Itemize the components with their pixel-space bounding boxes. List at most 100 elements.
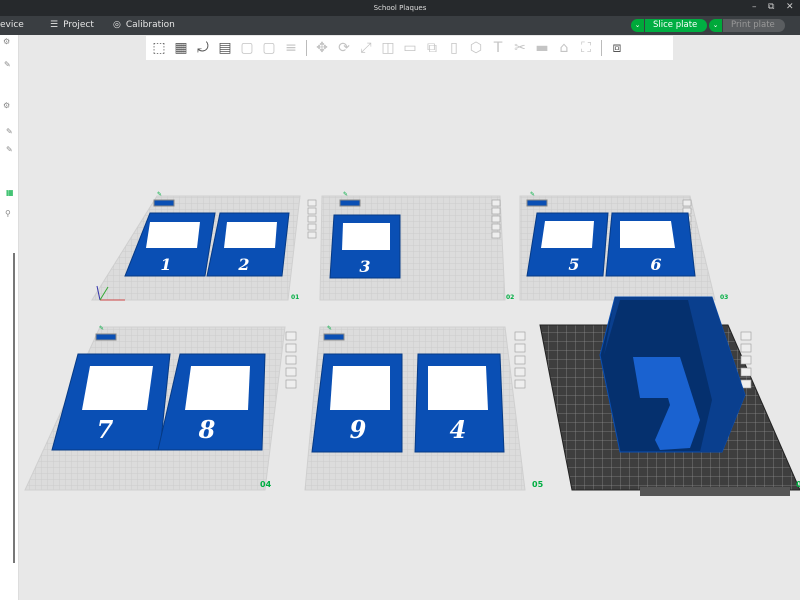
edit-icon[interactable]: ✎ <box>4 60 11 69</box>
plaque-number: 6 <box>650 255 661 274</box>
lock-plate-icon[interactable] <box>514 367 526 377</box>
lock-plate-icon[interactable] <box>285 367 297 377</box>
plaque-number: 3 <box>359 257 370 276</box>
plate-04[interactable]: ✎ 04 7 8 <box>24 325 297 491</box>
plate-footer-bar <box>640 487 790 496</box>
plaque-number: 8 <box>198 415 216 444</box>
lock-plate-icon[interactable] <box>491 223 501 231</box>
close-plate-icon[interactable] <box>682 199 692 207</box>
plaque-number: 5 <box>568 255 579 274</box>
orient-plate-icon[interactable] <box>514 343 526 353</box>
plate-number: 06 <box>796 480 800 489</box>
minimize-button[interactable]: – <box>752 2 757 12</box>
plaque-number: 7 <box>97 415 114 444</box>
plate-settings-icon[interactable] <box>491 231 501 239</box>
chevron-down-icon[interactable]: ⌄ <box>709 19 723 32</box>
slice-plate-button[interactable]: ⌄ Slice plate <box>631 19 708 32</box>
plaque-window <box>82 366 153 410</box>
calibration-icon: ◎ <box>113 20 121 30</box>
arrange-plate-icon[interactable] <box>514 355 526 365</box>
plate-thumbnail[interactable] <box>95 333 117 341</box>
arrange-plate-icon[interactable] <box>491 215 501 223</box>
plaque-object[interactable]: 1 <box>124 212 216 277</box>
tab-project[interactable]: ☰ Project <box>50 20 94 30</box>
plate-number: 02 <box>506 294 514 301</box>
project-icon: ☰ <box>50 20 59 30</box>
lock-plate-icon[interactable] <box>740 367 752 377</box>
close-plate-icon[interactable] <box>285 331 297 341</box>
edit-icon[interactable]: ✎ <box>6 145 13 154</box>
settings-icon[interactable]: ⚙ <box>3 101 10 110</box>
plate-number: 04 <box>260 480 272 489</box>
plaque-number: 4 <box>450 415 467 444</box>
plaque-window <box>428 366 488 410</box>
chevron-down-icon[interactable]: ⌄ <box>631 19 645 32</box>
close-plate-icon[interactable] <box>307 199 317 207</box>
main-tabs: evice ☰ Project ◎ Calibration ⌄ Slice plate… <box>0 16 800 35</box>
plaque-object[interactable]: 2 <box>206 212 290 277</box>
close-plate-icon[interactable] <box>491 199 501 207</box>
tab-calibration[interactable]: ◎ Calibration <box>113 20 175 30</box>
orient-plate-icon[interactable] <box>307 207 317 215</box>
lock-plate-icon[interactable] <box>307 223 317 231</box>
plate-02[interactable]: ✎ 02 3 <box>319 191 514 301</box>
plaque-window <box>330 366 390 410</box>
edit-plate-name-icon[interactable]: ✎ <box>157 191 162 198</box>
sidebar: ⚙ ✎ ⚙ ✎ ✎ ▦ ⚲ <box>0 35 19 600</box>
restore-button[interactable]: ⧉ <box>768 2 774 12</box>
plate-settings-icon[interactable] <box>514 379 526 389</box>
plate-thumbnail[interactable] <box>153 199 175 207</box>
settings-icon[interactable]: ⚙ <box>3 37 10 46</box>
print-plate-label: Print plate <box>723 19 785 32</box>
objects-icon[interactable]: ▦ <box>6 188 14 197</box>
plate-settings-icon[interactable] <box>307 231 317 239</box>
plate-03[interactable]: ✎ 03 5 6 <box>519 191 728 301</box>
arrange-plate-icon[interactable] <box>307 215 317 223</box>
scrollbar[interactable] <box>13 253 15 563</box>
arrange-plate-icon[interactable] <box>285 355 297 365</box>
plaque-number: 1 <box>160 255 171 274</box>
edit-plate-name-icon[interactable]: ✎ <box>530 191 535 198</box>
tab-device-label: evice <box>0 20 24 30</box>
plate-number: 05 <box>532 480 544 489</box>
plaque-window <box>342 223 390 250</box>
arrange-plate-icon[interactable] <box>740 355 752 365</box>
plaque-object[interactable]: 5 <box>526 212 609 277</box>
tab-calibration-label: Calibration <box>125 20 175 30</box>
plaque-object[interactable]: 3 <box>329 214 401 279</box>
orient-plate-icon[interactable] <box>285 343 297 353</box>
3d-viewport[interactable]: ✎0112✎023✎0356✎0478✎0594067 <box>19 35 800 600</box>
plaque-window <box>185 366 250 410</box>
close-plate-icon[interactable] <box>514 331 526 341</box>
plaque-object[interactable]: 6 <box>605 212 696 277</box>
plaque-object[interactable]: 9 <box>311 353 403 453</box>
orient-plate-icon[interactable] <box>740 343 752 353</box>
plaque-window <box>146 222 200 248</box>
edit-icon[interactable]: ✎ <box>6 127 13 136</box>
plate-05[interactable]: ✎ 05 9 4 <box>304 325 544 491</box>
plaque-window <box>224 222 277 248</box>
close-plate-icon[interactable] <box>740 331 752 341</box>
tab-device[interactable]: evice <box>0 20 24 30</box>
slice-plate-label: Slice plate <box>645 19 708 32</box>
plate-01[interactable]: ✎ 01 1 2 <box>91 191 317 301</box>
tab-project-label: Project <box>63 20 94 30</box>
orient-plate-icon[interactable] <box>491 207 501 215</box>
plate-thumbnail[interactable] <box>526 199 548 207</box>
window-title: School Plaques <box>373 4 427 12</box>
plaque-window <box>620 221 675 248</box>
plaque-number: 9 <box>350 415 367 444</box>
plaque-object[interactable]: 7 <box>51 353 171 451</box>
close-button[interactable]: ✕ <box>786 2 794 12</box>
edit-plate-name-icon[interactable]: ✎ <box>327 325 332 332</box>
print-plate-button[interactable]: ⌄ Print plate <box>709 19 785 32</box>
search-icon[interactable]: ⚲ <box>5 209 11 218</box>
plate-thumbnail[interactable] <box>323 333 345 341</box>
edit-plate-name-icon[interactable]: ✎ <box>343 191 348 198</box>
plate-thumbnail[interactable] <box>339 199 361 207</box>
plaque-number: 2 <box>237 255 249 274</box>
plaque-object[interactable]: 4 <box>414 353 505 453</box>
plate-number: 03 <box>720 294 728 301</box>
edit-plate-name-icon[interactable]: ✎ <box>99 325 104 332</box>
plate-settings-icon[interactable] <box>285 379 297 389</box>
